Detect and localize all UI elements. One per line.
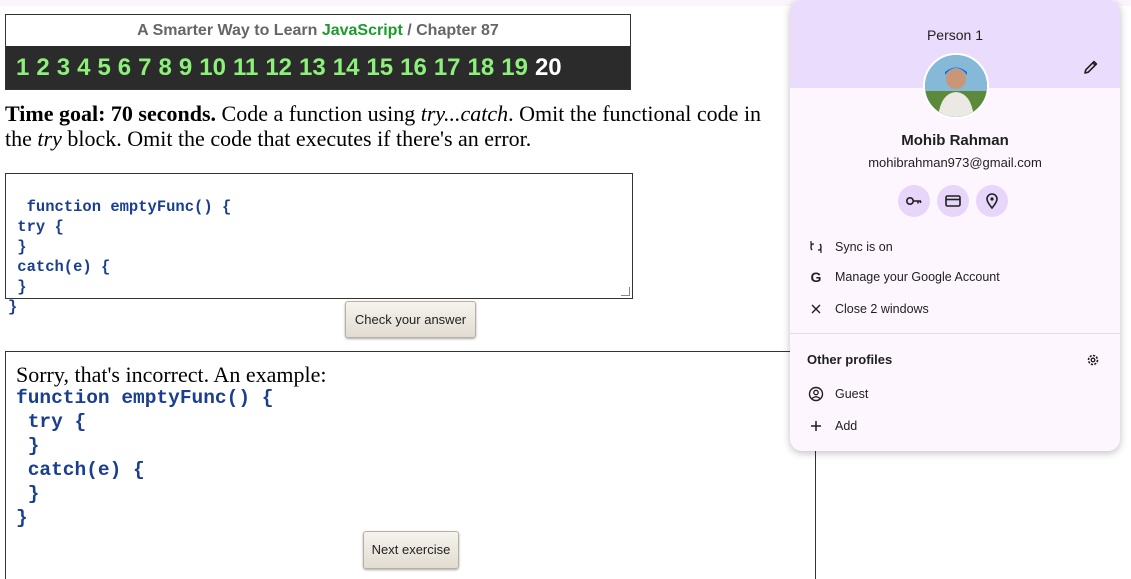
chapter-link-14[interactable]: 14 — [333, 54, 360, 82]
chapter-link-18[interactable]: 18 — [468, 54, 495, 82]
avatar — [923, 53, 989, 119]
close-windows-item[interactable]: Close 2 windows — [790, 295, 1120, 323]
exercise-instructions: Time goal: 70 seconds. Code a function u… — [5, 101, 785, 151]
chapter-link-11[interactable]: 11 — [233, 54, 258, 82]
close-icon — [808, 301, 824, 317]
profile-person-label: Person 1 — [926, 27, 984, 43]
chapter-link-20[interactable]: 20 — [535, 54, 562, 82]
instructions-italic-1: try...catch — [420, 101, 509, 126]
chapter-link-3[interactable]: 3 — [57, 54, 70, 82]
chapter-link-4[interactable]: 4 — [77, 54, 90, 82]
passwords-key-icon[interactable] — [898, 185, 930, 217]
chapter-link-12[interactable]: 12 — [265, 54, 292, 82]
chapter-link-7[interactable]: 7 — [138, 54, 151, 82]
chapter-nav: 1 2 3 4 5 6 7 8 9 10 11 12 13 14 15 16 17 18 19 20 — [6, 46, 630, 89]
chapter-link-2[interactable]: 2 — [36, 54, 49, 82]
plus-icon — [808, 418, 824, 434]
chapter-link-16[interactable]: 16 — [400, 54, 427, 82]
manage-profiles-gear-icon[interactable] — [1085, 352, 1101, 368]
profile-email: mohibrahman973@gmail.com — [868, 155, 1042, 170]
course-title: A Smarter Way to Learn JavaScript / Chap… — [6, 15, 630, 46]
course-title-prefix: A Smarter Way to Learn — [137, 22, 318, 39]
add-profile-item[interactable]: Add — [790, 412, 1120, 440]
guest-label: Guest — [835, 387, 869, 401]
chapter-link-19[interactable]: 19 — [501, 54, 528, 82]
profile-name: Mohib Rahman — [901, 132, 1009, 149]
profile-menu-popup: Person 1 Mohib Rahman mohibrahman973@gma… — [790, 0, 1120, 451]
feedback-message: Sorry, that's incorrect. An example: — [16, 362, 327, 387]
edit-pencil-icon[interactable] — [1082, 58, 1100, 76]
close-windows-label: Close 2 windows — [835, 302, 929, 316]
payment-card-icon[interactable] — [937, 185, 969, 217]
code-editor-content[interactable]: function emptyFunc() { try { } catch(e) … — [8, 198, 231, 316]
chapter-label: Chapter 87 — [416, 22, 499, 39]
sync-status-item[interactable]: Sync is on — [790, 233, 1120, 261]
quick-actions — [898, 185, 1008, 217]
course-title-separator: / — [407, 22, 412, 39]
manage-google-account-item[interactable]: G Manage your Google Account — [790, 263, 1120, 291]
check-answer-button[interactable]: Check your answer — [345, 301, 476, 338]
example-code: function emptyFunc() { try { } catch(e) … — [16, 387, 274, 529]
chapter-link-9[interactable]: 9 — [179, 54, 192, 82]
chapter-link-13[interactable]: 13 — [299, 54, 326, 82]
sync-label: Sync is on — [835, 240, 893, 254]
instructions-text-3: block. Omit the code that executes if th… — [61, 126, 532, 151]
add-label: Add — [835, 419, 858, 433]
next-exercise-button[interactable]: Next exercise — [363, 531, 459, 569]
chapter-link-10[interactable]: 10 — [199, 54, 226, 82]
chapter-link-6[interactable]: 6 — [118, 54, 131, 82]
course-title-javascript: JavaScript — [321, 22, 403, 39]
google-g-icon: G — [810, 269, 822, 285]
guest-person-icon — [808, 386, 824, 402]
chapter-link-5[interactable]: 5 — [97, 54, 110, 82]
chapter-link-17[interactable]: 17 — [434, 54, 461, 82]
chapter-link-8[interactable]: 8 — [159, 54, 172, 82]
sync-icon — [808, 239, 824, 255]
instructions-text-1: Code a function using — [216, 101, 421, 126]
menu-divider — [790, 333, 1120, 334]
addresses-location-icon[interactable] — [976, 185, 1008, 217]
time-goal: Time goal: 70 seconds. — [5, 101, 217, 126]
code-editor[interactable]: function emptyFunc() { try { } catch(e) … — [5, 173, 633, 316]
chapter-link-1[interactable]: 1 — [16, 54, 29, 82]
chapter-link-15[interactable]: 15 — [366, 54, 393, 82]
manage-account-label: Manage your Google Account — [835, 270, 1000, 284]
guest-profile-item[interactable]: Guest — [790, 380, 1120, 408]
other-profiles-title: Other profiles — [807, 352, 893, 367]
course-header: A Smarter Way to Learn JavaScript / Chap… — [5, 14, 631, 90]
instructions-italic-2: try — [37, 126, 62, 151]
resize-handle[interactable] — [621, 287, 630, 296]
